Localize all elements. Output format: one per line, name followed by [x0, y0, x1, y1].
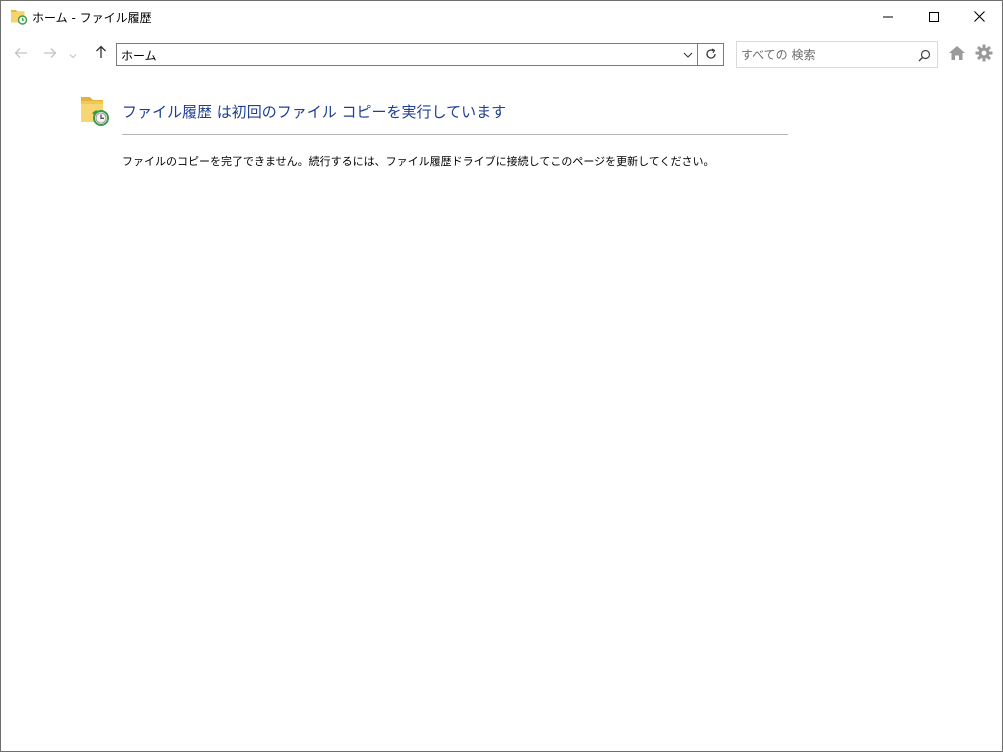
forward-button[interactable] — [40, 42, 60, 64]
arrow-up-icon — [95, 44, 107, 63]
recent-locations-button[interactable] — [65, 42, 81, 64]
arrow-left-icon — [14, 44, 28, 63]
refresh-button[interactable] — [698, 43, 724, 66]
address-bar[interactable]: ホーム — [116, 43, 698, 66]
minimize-icon — [883, 7, 893, 26]
heading-divider — [122, 134, 788, 135]
window-title: ホーム - ファイル履歴 — [32, 11, 152, 25]
title-bar[interactable]: ホーム - ファイル履歴 — [1, 1, 1002, 32]
home-icon — [948, 46, 966, 65]
chevron-down-icon — [69, 44, 77, 63]
navigation-bar: ホーム — [1, 32, 1002, 76]
search-box[interactable] — [736, 41, 938, 68]
back-button[interactable] — [11, 42, 31, 64]
up-button[interactable] — [91, 42, 111, 64]
close-icon — [973, 7, 985, 26]
address-text: ホーム — [121, 49, 157, 63]
file-history-folder-icon — [79, 94, 111, 127]
minimize-button[interactable] — [865, 1, 911, 32]
maximize-icon — [929, 7, 939, 26]
arrow-right-icon — [43, 44, 57, 63]
status-message: ファイルのコピーを完了できません。続行するには、ファイル履歴ドライブに接続してこ… — [122, 155, 715, 168]
search-input[interactable] — [741, 46, 911, 64]
home-button[interactable] — [948, 45, 968, 63]
refresh-icon — [705, 45, 717, 64]
search-icon[interactable] — [917, 48, 931, 62]
close-button[interactable] — [956, 1, 1002, 32]
page-heading: ファイル履歴 は初回のファイル コピーを実行しています — [122, 103, 507, 121]
file-history-window: ホーム - ファイル履歴 ホーム すべての 検索 ファイル履歴 は初回のファイル… — [0, 0, 1003, 752]
maximize-button[interactable] — [911, 1, 957, 32]
settings-button[interactable] — [975, 44, 995, 64]
file-history-app-icon — [10, 8, 28, 25]
address-dropdown-button[interactable] — [679, 44, 697, 65]
gear-icon — [975, 44, 993, 66]
